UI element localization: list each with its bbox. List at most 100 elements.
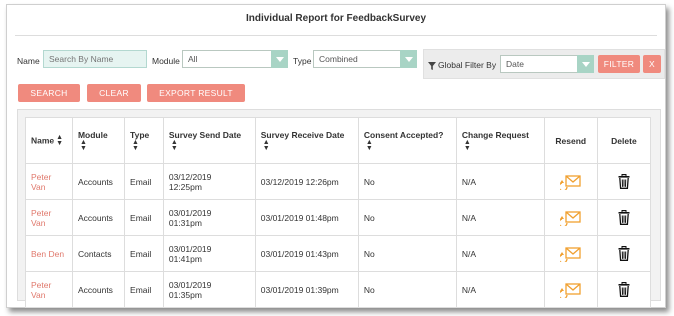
- name-link[interactable]: Peter Van: [25, 163, 73, 200]
- type-cell: Email: [124, 163, 164, 200]
- column-header-consent[interactable]: Consent Accepted? ▲ ▼: [357, 117, 457, 164]
- sort-icon[interactable]: ▲ ▼: [366, 139, 373, 152]
- column-header-label: Type: [130, 129, 150, 140]
- change-request-cell: N/A: [455, 235, 545, 272]
- name-first: Ben Den: [31, 248, 65, 259]
- chevron-down-icon: [400, 50, 417, 68]
- send-date-cell: 03/01/2019 01:35pm: [162, 271, 256, 308]
- consent-cell: No: [357, 163, 457, 200]
- report-panel: Individual Report for FeedbackSurvey Nam…: [6, 4, 666, 308]
- change-request-cell: N/A: [455, 199, 545, 236]
- type-label: Type: [293, 56, 312, 66]
- column-header-module[interactable]: Module ▲ ▼: [71, 117, 126, 164]
- table-row: Peter Van Accounts Email 03/12/2019 12:25p…: [25, 163, 652, 200]
- module-cell: Accounts: [71, 199, 126, 236]
- envelope-resend-icon[interactable]: [559, 282, 582, 298]
- title-divider: [15, 35, 657, 36]
- send-date: 03/01/2019: [168, 279, 212, 290]
- send-date: 03/01/2019: [168, 207, 212, 218]
- sort-icon[interactable]: ▲ ▼: [464, 139, 471, 152]
- send-date-cell: 03/01/2019 01:31pm: [162, 199, 256, 236]
- type-cell: Email: [124, 271, 164, 308]
- delete-cell: [596, 271, 652, 308]
- sort-icon[interactable]: ▲ ▼: [263, 139, 270, 152]
- column-header-label: Consent Accepted?: [363, 129, 444, 140]
- results-table-container: Name ▲ ▼ Module ▲ ▼ Type ▲ ▼ Survey Send Date ▲…: [17, 109, 661, 308]
- filter-button[interactable]: FILTER: [598, 55, 640, 73]
- name-link[interactable]: Ben Den: [25, 235, 73, 272]
- envelope-resend-icon[interactable]: [559, 174, 582, 190]
- resend-cell: [543, 163, 598, 200]
- receive-date-cell: 03/01/2019 01:43pm: [254, 235, 359, 272]
- envelope-resend-icon[interactable]: [559, 246, 582, 262]
- column-header-label: Name: [31, 134, 55, 145]
- send-date-cell: 03/01/2019 01:41pm: [162, 235, 256, 272]
- page-title: Individual Report for FeedbackSurvey: [245, 13, 427, 24]
- name-link[interactable]: Peter Van: [25, 271, 73, 308]
- global-filter-group: Global Filter By Date FILTER X: [423, 49, 665, 79]
- receive-date-cell: 03/01/2019 01:39pm: [254, 271, 359, 308]
- funnel-icon: [428, 60, 436, 70]
- search-button[interactable]: SEARCH: [18, 84, 80, 102]
- column-header-delete: Delete: [596, 117, 652, 164]
- type-cell: Email: [124, 235, 164, 272]
- column-header-label: Module: [77, 129, 108, 140]
- send-time: 01:41pm: [168, 253, 202, 264]
- type-cell: Email: [124, 199, 164, 236]
- send-time: 01:31pm: [168, 217, 202, 228]
- trash-icon[interactable]: [618, 282, 630, 297]
- consent-cell: No: [357, 271, 457, 308]
- name-first: Peter: [31, 279, 52, 290]
- table-row: Peter Van Accounts Email 03/01/2019 01:35p…: [25, 271, 652, 308]
- column-header-resend: Resend: [543, 117, 598, 164]
- trash-icon[interactable]: [618, 174, 630, 189]
- delete-cell: [596, 163, 652, 200]
- name-last: Van: [31, 181, 46, 192]
- name-link[interactable]: Peter Van: [25, 199, 73, 236]
- change-request-cell: N/A: [455, 271, 545, 308]
- send-time: 12:25pm: [168, 181, 202, 192]
- consent-cell: No: [357, 199, 457, 236]
- delete-cell: [596, 199, 652, 236]
- resend-cell: [543, 235, 598, 272]
- sort-icon[interactable]: ▲ ▼: [171, 139, 178, 152]
- column-header-receive-date[interactable]: Survey Receive Date ▲ ▼: [254, 117, 359, 164]
- resend-cell: [543, 199, 598, 236]
- sort-icon[interactable]: ▲ ▼: [132, 139, 139, 152]
- module-select[interactable]: All: [182, 50, 288, 68]
- sort-icon[interactable]: ▲ ▼: [56, 134, 63, 147]
- type-select[interactable]: Combined: [313, 50, 417, 68]
- name-search-input[interactable]: [43, 50, 147, 68]
- column-header-type[interactable]: Type ▲ ▼: [124, 117, 164, 164]
- name-label: Name: [17, 56, 40, 66]
- module-cell: Accounts: [71, 163, 126, 200]
- column-header-change-request[interactable]: Change Request ▲ ▼: [455, 117, 545, 164]
- type-select-value: Combined: [319, 54, 358, 64]
- change-request-cell: N/A: [455, 163, 545, 200]
- receive-date-cell: 03/01/2019 01:48pm: [254, 199, 359, 236]
- envelope-resend-icon[interactable]: [559, 210, 582, 226]
- delete-cell: [596, 235, 652, 272]
- column-header-name[interactable]: Name ▲ ▼: [25, 117, 73, 164]
- send-time: 01:35pm: [168, 289, 202, 300]
- sort-icon[interactable]: ▲ ▼: [80, 139, 87, 152]
- export-result-button[interactable]: EXPORT RESULT: [147, 84, 245, 102]
- results-table: Name ▲ ▼ Module ▲ ▼ Type ▲ ▼ Survey Send Date ▲…: [25, 117, 652, 308]
- receive-date-cell: 03/12/2019 12:26pm: [254, 163, 359, 200]
- global-filter-select[interactable]: Date: [500, 55, 594, 73]
- module-cell: Accounts: [71, 271, 126, 308]
- clear-filter-x-button[interactable]: X: [643, 55, 661, 73]
- module-cell: Contacts: [71, 235, 126, 272]
- chevron-down-icon: [271, 50, 288, 68]
- trash-icon[interactable]: [618, 210, 630, 225]
- clear-button[interactable]: CLEAR: [87, 84, 141, 102]
- consent-cell: No: [357, 235, 457, 272]
- trash-icon[interactable]: [618, 246, 630, 261]
- module-label: Module: [152, 56, 180, 66]
- resend-cell: [543, 271, 598, 308]
- name-last: Van: [31, 289, 46, 300]
- send-date: 03/01/2019: [168, 243, 212, 254]
- send-date-cell: 03/12/2019 12:25pm: [162, 163, 256, 200]
- column-header-send-date[interactable]: Survey Send Date ▲ ▼: [162, 117, 256, 164]
- global-filter-select-value: Date: [506, 59, 524, 69]
